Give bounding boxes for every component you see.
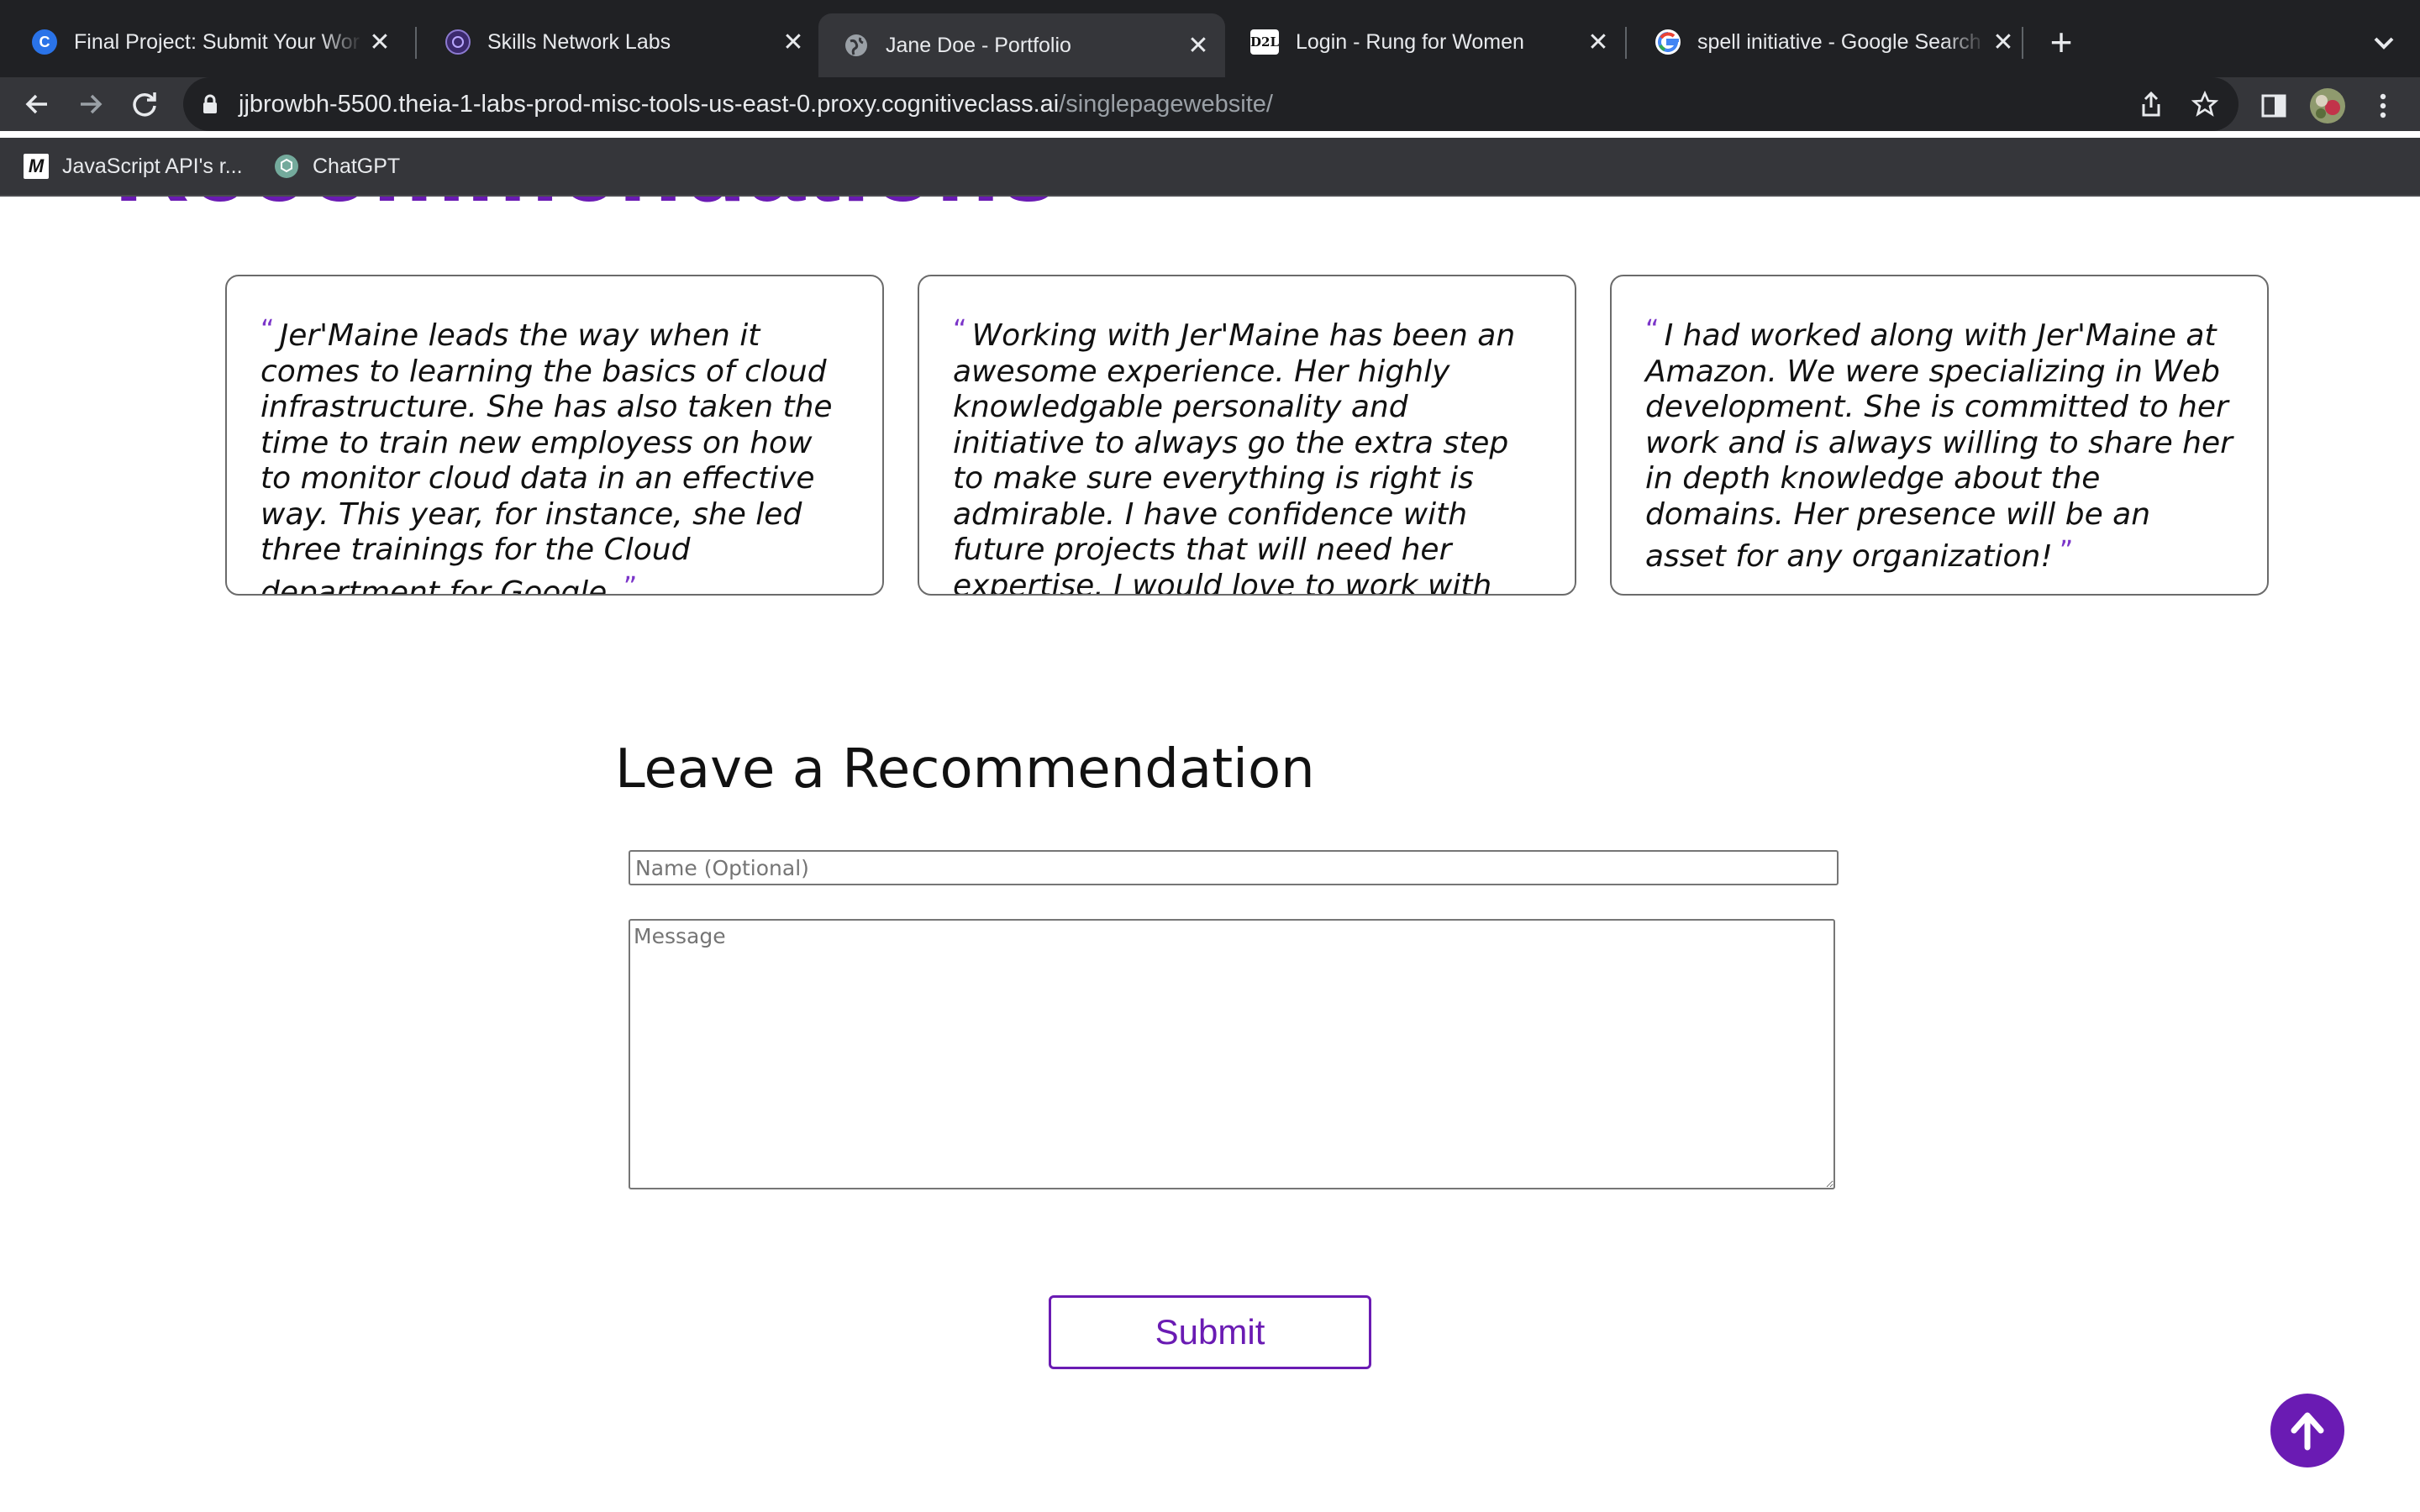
leave-recommendation-title: Leave a Recommendation	[615, 738, 1315, 801]
bookmark-chatgpt[interactable]: ChatGPT	[274, 138, 400, 195]
forward-arrow-icon[interactable]	[71, 84, 111, 124]
bookmark-label: ChatGPT	[313, 154, 401, 178]
google-icon	[1655, 29, 1681, 55]
close-icon[interactable]: ✕	[363, 28, 397, 57]
message-textarea[interactable]	[629, 919, 1835, 1189]
close-quote-icon: ”	[2059, 534, 2074, 566]
tab-separator	[1625, 27, 1627, 59]
recommendation-text: “Working with Jer'Maine has been an awes…	[953, 312, 1541, 596]
url-path: /singlepagewebsite/	[1059, 91, 1273, 118]
close-icon[interactable]: ✕	[1181, 31, 1215, 60]
recommendation-card: “Jer'Maine leads the way when it comes t…	[225, 275, 884, 596]
tab-strip: C Final Project: Submit Your Wor ✕ Skill…	[0, 0, 2420, 77]
bookmarks-bar: M JavaScript API's r... ChatGPT	[0, 138, 2420, 197]
tab-rung-login[interactable]: D2L Login - Rung for Women ✕	[1225, 13, 1625, 71]
side-panel-icon[interactable]	[2255, 87, 2292, 124]
recommendation-text: “Jer'Maine leads the way when it comes t…	[260, 312, 849, 596]
recommendation-body: Jer'Maine leads the way when it comes to…	[260, 318, 833, 596]
tab-title: Jane Doe - Portfolio	[886, 33, 1071, 57]
recommendation-body: Working with Jer'Maine has been an aweso…	[953, 318, 1516, 596]
address-bar[interactable]: jjbrowbh-5500.theia-1-labs-prod-misc-too…	[183, 77, 2238, 131]
back-arrow-icon[interactable]	[17, 84, 57, 124]
submit-button[interactable]: Submit	[1049, 1295, 1371, 1369]
more-menu-icon[interactable]	[2365, 87, 2402, 124]
open-quote-icon: “	[1645, 313, 1660, 345]
recommendation-card: “I had worked along with Jer'Maine at Am…	[1610, 275, 2269, 596]
url-host: jjbrowbh-5500.theia-1-labs-prod-misc-too…	[239, 91, 1060, 118]
tab-title: Login - Rung for Women	[1296, 29, 1524, 54]
tab-title: Skills Network Labs	[487, 29, 671, 54]
close-icon[interactable]: ✕	[776, 28, 810, 57]
reload-icon[interactable]	[124, 84, 165, 124]
close-quote-icon: ”	[623, 570, 638, 596]
tab-title: spell initiative - Google Search	[1697, 29, 1981, 54]
tab-separator	[2022, 27, 2023, 59]
d2l-icon: D2L	[1250, 29, 1279, 55]
open-quote-icon: “	[260, 313, 275, 345]
tab-title: Final Project: Submit Your Wor	[74, 29, 360, 54]
globe-icon	[844, 33, 869, 58]
new-tab-button[interactable]: +	[2040, 18, 2082, 66]
tab-separator	[415, 27, 417, 59]
tab-final-project[interactable]: C Final Project: Submit Your Wor ✕	[7, 13, 407, 71]
lock-icon[interactable]	[202, 94, 218, 118]
scroll-to-top-button[interactable]	[2270, 1394, 2344, 1467]
close-icon[interactable]: ✕	[1581, 28, 1615, 57]
mdn-icon: M	[24, 154, 49, 179]
share-icon[interactable]	[2134, 87, 2168, 121]
skills-network-icon	[445, 29, 471, 55]
tab-google-search[interactable]: spell initiative - Google Search ✕	[1630, 13, 2030, 71]
tab-portfolio[interactable]: Jane Doe - Portfolio ✕	[818, 13, 1225, 77]
bookmark-star-icon[interactable]	[2188, 87, 2222, 121]
recommendation-body: I had worked along with Jer'Maine at Ama…	[1645, 318, 2233, 574]
close-icon[interactable]: ✕	[1986, 28, 2020, 57]
browser-toolbar: jjbrowbh-5500.theia-1-labs-prod-misc-too…	[0, 77, 2420, 131]
bookmark-label: JavaScript API's r...	[62, 154, 243, 178]
tab-skills-network[interactable]: Skills Network Labs ✕	[420, 13, 820, 71]
recommendation-text: “I had worked along with Jer'Maine at Am…	[1645, 312, 2233, 575]
recommendations-heading: Recommendations	[114, 197, 1059, 225]
name-input[interactable]	[629, 850, 1839, 885]
tab-search-chevron-icon[interactable]	[2363, 22, 2405, 64]
url-text[interactable]: jjbrowbh-5500.theia-1-labs-prod-misc-too…	[239, 77, 1273, 131]
page-content: Recommendations “Jer'Maine leads the way…	[0, 197, 2420, 1512]
recommendation-card: “Working with Jer'Maine has been an awes…	[918, 275, 1576, 596]
chatgpt-icon	[274, 154, 299, 179]
bookmark-javascript-api[interactable]: M JavaScript API's r...	[24, 138, 243, 195]
coursera-icon: C	[32, 29, 57, 55]
arrow-up-icon	[2291, 1412, 2324, 1451]
open-quote-icon: “	[953, 313, 967, 345]
profile-avatar[interactable]	[2309, 87, 2346, 124]
